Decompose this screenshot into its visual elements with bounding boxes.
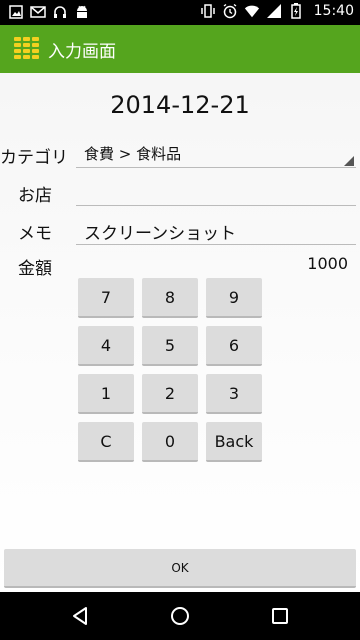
key-9[interactable]: 9	[206, 278, 262, 318]
key-4[interactable]: 4	[78, 326, 134, 366]
gmail-icon	[30, 4, 46, 20]
category-spinner[interactable]: 食費 > 食料品	[84, 143, 181, 164]
category-label: カテゴリ	[0, 148, 68, 168]
system-icons: 15:40	[200, 3, 354, 19]
memo-label: メモ	[18, 224, 52, 244]
wifi-icon	[244, 3, 260, 19]
date-display[interactable]: 2014-12-21	[0, 91, 360, 119]
vibrate-icon	[200, 3, 216, 19]
image-icon	[8, 4, 24, 20]
home-icon[interactable]	[168, 604, 192, 628]
dropdown-arrow-icon	[344, 156, 354, 166]
input-form: 2014-12-21 カテゴリ 食費 > 食料品 お店 メモ スクリーンショット…	[0, 73, 360, 592]
grid-app-icon	[14, 36, 40, 62]
clear-button[interactable]: C	[78, 422, 134, 462]
action-bar: 入力画面	[0, 25, 360, 73]
status-bar: 15:40	[0, 0, 360, 25]
key-6[interactable]: 6	[206, 326, 262, 366]
navigation-bar	[0, 592, 360, 640]
alarm-icon	[222, 3, 238, 19]
amount-value: 1000	[307, 254, 348, 273]
key-1[interactable]: 1	[78, 374, 134, 414]
page-title: 入力画面	[48, 41, 116, 62]
key-8[interactable]: 8	[142, 278, 198, 318]
key-5[interactable]: 5	[142, 326, 198, 366]
key-0[interactable]: 0	[142, 422, 198, 462]
shop-label: お店	[18, 186, 52, 206]
recents-icon[interactable]	[268, 604, 292, 628]
android-icon	[74, 4, 90, 20]
key-2[interactable]: 2	[142, 374, 198, 414]
battery-icon	[288, 3, 304, 19]
ok-button[interactable]: OK	[4, 549, 356, 588]
key-7[interactable]: 7	[78, 278, 134, 318]
backspace-button[interactable]: Back	[206, 422, 262, 462]
signal-icon	[266, 3, 282, 19]
key-3[interactable]: 3	[206, 374, 262, 414]
shop-underline	[76, 205, 356, 206]
headphones-icon	[52, 4, 68, 20]
memo-underline	[76, 244, 356, 245]
status-time: 15:40	[313, 3, 354, 19]
back-icon[interactable]	[68, 604, 92, 628]
amount-label: 金額	[18, 259, 52, 279]
memo-input[interactable]: スクリーンショット	[84, 219, 236, 244]
category-underline	[76, 167, 356, 168]
notification-icons	[8, 4, 90, 20]
